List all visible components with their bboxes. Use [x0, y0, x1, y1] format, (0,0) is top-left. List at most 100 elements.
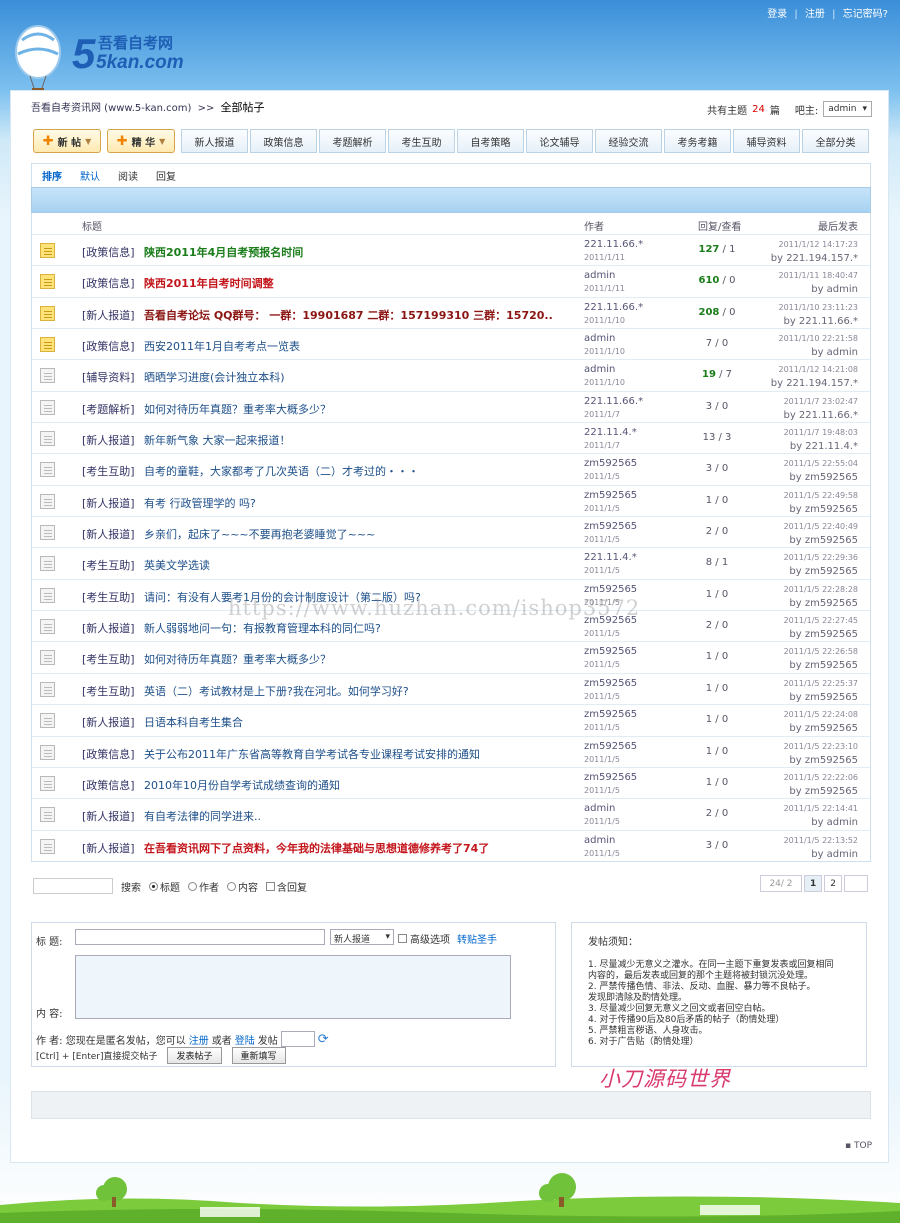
author-name[interactable]: admin: [584, 270, 615, 281]
thread-category[interactable]: [考题解析]: [82, 401, 135, 417]
search-opt-content[interactable]: 内容: [227, 879, 258, 894]
table-row[interactable]: [新人报道] 日语本科自考生集合 zm592565 2011/1/5 1 / 0 2011…: [32, 704, 870, 736]
thread-category[interactable]: [政策信息]: [82, 338, 135, 354]
table-row[interactable]: [考生互助] 自考的童鞋，大家都考了几次英语（二）才考过的・・・ zm592565 2…: [32, 453, 870, 485]
thread-title[interactable]: 陕西2011年自考时间调整: [144, 275, 274, 291]
thread-category[interactable]: [新人报道]: [82, 714, 135, 730]
search-button[interactable]: 搜索: [121, 879, 141, 894]
title-input[interactable]: [75, 929, 325, 945]
thread-title[interactable]: 在吾看资讯网下了点资料，今年我的法律基础与思想道德修养考了74了: [144, 840, 489, 856]
tab-xinren[interactable]: 新人报道: [181, 129, 248, 153]
login-link[interactable]: 登录: [767, 9, 787, 20]
table-row[interactable]: [政策信息] 陕西2011年4月自考预报名时间 221.11.66.* 2011/1/…: [32, 234, 870, 266]
author-name[interactable]: zm592565: [584, 772, 637, 783]
thread-title[interactable]: 日语本科自考生集合: [144, 714, 243, 730]
new-post-button[interactable]: ✚ 新 帖 ▼: [33, 129, 101, 153]
thread-title[interactable]: 如何对待历年真题？重考率大概多少？: [144, 651, 331, 667]
thread-title[interactable]: 西安2011年1月自考考点一览表: [144, 338, 300, 354]
author-name[interactable]: 221.11.4.*: [584, 427, 637, 438]
site-logo[interactable]: 5 吾看自考网 5kan.com: [10, 18, 250, 100]
page-jump-input[interactable]: [844, 875, 868, 892]
thread-title[interactable]: 新年新气象 大家一起来报道！: [144, 432, 291, 448]
advanced-options[interactable]: 高级选项 转贴圣手: [398, 931, 497, 946]
transfer-link[interactable]: 转贴圣手: [457, 931, 497, 946]
submit-button[interactable]: 发表帖子: [167, 1047, 222, 1064]
tab-zhengce[interactable]: 政策信息: [250, 129, 317, 153]
author-name[interactable]: 221.11.66.*: [584, 239, 643, 250]
author-name[interactable]: 221.11.4.*: [584, 552, 637, 563]
tab-celve[interactable]: 自考策略: [457, 129, 524, 153]
table-row[interactable]: [新人报道] 乡亲们，起床了~~~不要再抱老婆睡觉了~~~ zm592565 2011…: [32, 516, 870, 548]
thread-title[interactable]: 有考 行政管理学的 吗?: [144, 495, 256, 511]
table-row[interactable]: [政策信息] 关于公布2011年广东省高等教育自学考试各专业课程考试安排的通知 zm…: [32, 735, 870, 767]
breadcrumb-home[interactable]: 吾看自考资讯网 (www.5-kan.com): [31, 103, 191, 114]
thread-title[interactable]: 吾看自考论坛 QQ群号： 一群：19901687 二群：157199310 三群…: [144, 307, 553, 323]
thread-category[interactable]: [新人报道]: [82, 307, 135, 323]
author-name[interactable]: admin: [584, 803, 615, 814]
tab-fudao[interactable]: 辅导资料: [733, 129, 800, 153]
forgot-password-link[interactable]: 忘记密码?: [843, 9, 888, 20]
search-opt-author[interactable]: 作者: [188, 879, 219, 894]
table-row[interactable]: [新人报道] 吾看自考论坛 QQ群号： 一群：19901687 二群：157199…: [32, 296, 870, 329]
thread-title[interactable]: 乡亲们，起床了~~~不要再抱老婆睡觉了~~~: [144, 526, 375, 542]
table-row[interactable]: [考生互助] 英美文学选读 221.11.4.* 2011/1/5 8 / 1 2011/…: [32, 547, 870, 579]
thread-title[interactable]: 关于公布2011年广东省高等教育自学考试各专业课程考试安排的通知: [144, 746, 480, 762]
register-link[interactable]: 注册: [805, 9, 825, 20]
captcha-input[interactable]: [280, 1031, 315, 1047]
featured-button[interactable]: ✚ 精 华 ▼: [107, 129, 175, 153]
table-row[interactable]: [新人报道] 新年新气象 大家一起来报道！ 221.11.4.* 2011/1/7 13…: [32, 422, 870, 454]
page-1[interactable]: 1: [804, 875, 823, 892]
author-name[interactable]: 221.11.66.*: [584, 396, 643, 407]
table-row[interactable]: [新人报道] 有考 行政管理学的 吗? zm592565 2011/1/5 1 / 0 2…: [32, 484, 870, 517]
login-link[interactable]: 登陆: [235, 1032, 255, 1047]
thread-title[interactable]: 英语（二）考试教材是上下册?我在河北。如何学习好?: [144, 683, 409, 699]
content-textarea[interactable]: [75, 955, 511, 1019]
sort-replies[interactable]: 回复: [156, 168, 176, 183]
author-name[interactable]: zm592565: [584, 709, 637, 720]
thread-category[interactable]: [辅导资料]: [82, 369, 135, 385]
author-name[interactable]: zm592565: [584, 584, 637, 595]
thread-title[interactable]: 陕西2011年4月自考预报名时间: [144, 244, 303, 260]
table-row[interactable]: [考生互助] 英语（二）考试教材是上下册?我在河北。如何学习好? zm592565 2…: [32, 672, 870, 705]
tab-jingyan[interactable]: 经验交流: [595, 129, 662, 153]
thread-category[interactable]: [新人报道]: [82, 495, 135, 511]
thread-category[interactable]: [新人报道]: [82, 808, 135, 824]
author-name[interactable]: admin: [584, 364, 615, 375]
table-row[interactable]: [政策信息] 2010年10月份自学考试成绩查询的通知 zm592565 2011/1…: [32, 766, 870, 799]
thread-category[interactable]: [考生互助]: [82, 463, 135, 479]
table-row[interactable]: [政策信息] 陕西2011年自考时间调整 admin 2011/1/11 610 / 0…: [32, 265, 870, 297]
thread-category[interactable]: [考生互助]: [82, 651, 135, 667]
tab-lunwen[interactable]: 论文辅导: [526, 129, 593, 153]
tab-huzhu[interactable]: 考生互助: [388, 129, 455, 153]
tab-all[interactable]: 全部分类: [802, 129, 869, 153]
thread-category[interactable]: [新人报道]: [82, 840, 135, 856]
thread-title[interactable]: 自考的童鞋，大家都考了几次英语（二）才考过的・・・: [144, 463, 419, 479]
thread-category[interactable]: [政策信息]: [82, 777, 135, 793]
thread-title[interactable]: 晒晒学习进度(会计独立本科): [144, 369, 285, 385]
author-name[interactable]: zm592565: [584, 741, 637, 752]
table-row[interactable]: [考生互助] 如何对待历年真题？重考率大概多少？ zm592565 2011/1/5 1…: [32, 641, 870, 673]
tab-kaowu[interactable]: 考务考籍: [664, 129, 731, 153]
table-row[interactable]: [新人报道] 有自考法律的同学进来.. admin 2011/1/5 2 / 0 2011…: [32, 798, 870, 830]
author-name[interactable]: zm592565: [584, 646, 637, 657]
thread-title[interactable]: 有自考法律的同学进来..: [144, 808, 261, 824]
search-opt-reply[interactable]: 含回复: [266, 879, 307, 894]
author-name[interactable]: zm592565: [584, 458, 637, 469]
author-name[interactable]: 221.11.66.*: [584, 302, 643, 313]
table-row[interactable]: [考题解析] 如何对待历年真题？重考率大概多少？ 221.11.66.* 2011/1…: [32, 390, 870, 423]
thread-title[interactable]: 2010年10月份自学考试成绩查询的通知: [144, 777, 340, 793]
table-row[interactable]: [辅导资料] 晒晒学习进度(会计独立本科) admin 2011/1/10 19 / 7…: [32, 359, 870, 391]
author-name[interactable]: zm592565: [584, 678, 637, 689]
category-select[interactable]: 新人报道 ▾: [330, 929, 394, 945]
search-opt-title[interactable]: 标题: [149, 879, 180, 894]
thread-category[interactable]: [考生互助]: [82, 589, 135, 605]
author-name[interactable]: admin: [584, 835, 615, 846]
back-to-top[interactable]: ▪ TOP: [845, 1141, 872, 1151]
master-select[interactable]: admin ▾: [823, 101, 872, 117]
refresh-icon[interactable]: ⟳: [318, 1032, 329, 1047]
thread-category[interactable]: [新人报道]: [82, 432, 135, 448]
search-input[interactable]: [33, 878, 113, 894]
thread-category[interactable]: [新人报道]: [82, 526, 135, 542]
author-name[interactable]: zm592565: [584, 490, 637, 501]
reset-button[interactable]: 重新填写: [231, 1047, 286, 1064]
